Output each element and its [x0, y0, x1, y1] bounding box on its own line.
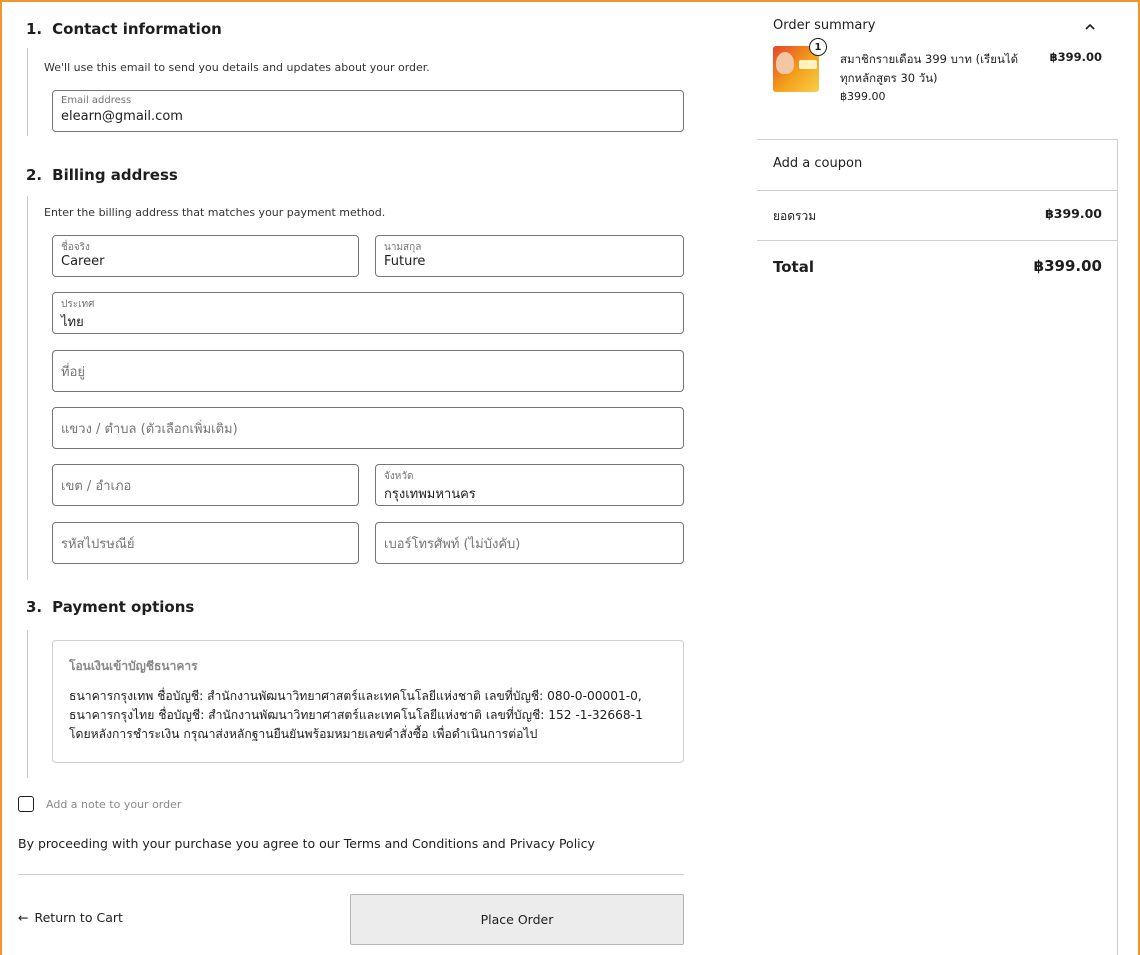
quantity-badge: 1 [809, 38, 827, 56]
order-summary-title[interactable]: Order summary [773, 18, 875, 33]
place-order-button[interactable]: Place Order [350, 894, 684, 945]
subdistrict-input[interactable]: แขวง / ตำบล (ตัวเลือกเพิ่มเติม) [52, 407, 684, 449]
add-coupon-toggle[interactable]: Add a coupon [773, 156, 862, 171]
billing-section-title: 2. Billing address [26, 166, 178, 184]
email-field[interactable]: Email address elearn@gmail.com [52, 90, 684, 132]
terms-text: By proceeding with your purchase you agr… [18, 836, 595, 851]
payment-option-bank-transfer[interactable]: โอนเงินเข้าบัญชีธนาคาร ธนาคารกรุงเทพ ชื่… [52, 640, 684, 763]
privacy-policy-link[interactable]: Privacy Policy [510, 836, 595, 851]
subtotal-label: ยอดรวม [773, 209, 817, 223]
total-value: ฿399.00 [1033, 257, 1102, 275]
product-name: สมาชิกรายเดือน 399 บาท (เรียนได้ทุกหลักส… [840, 52, 1019, 85]
province-select[interactable]: จังหวัด กรุงเทพมหานคร [375, 464, 684, 506]
billing-helper-text: Enter the billing address that matches y… [44, 206, 386, 219]
email-value: elearn@gmail.com [61, 109, 183, 124]
chevron-up-icon[interactable] [1083, 20, 1097, 34]
contact-helper-text: We'll use this email to send you details… [44, 61, 430, 74]
last-name-field[interactable]: นามสกุล Future [375, 235, 684, 277]
order-note-checkbox[interactable] [18, 796, 34, 812]
summary-divider [757, 240, 1118, 241]
summary-divider [757, 190, 1118, 191]
product-line-total: ฿399.00 [1049, 50, 1102, 64]
arrow-left-icon: ← [18, 910, 29, 925]
actions-divider [18, 874, 684, 875]
order-note-row: Add a note to your order [18, 796, 181, 812]
product-unit-price: ฿399.00 [840, 90, 886, 103]
terms-link[interactable]: Terms and Conditions [344, 836, 478, 851]
order-summary-panel: Order summary 1 สมาชิกรายเดือน 399 บาท (… [757, 0, 1118, 955]
email-label: Email address [61, 95, 132, 106]
subtotal-value: ฿399.00 [1045, 206, 1102, 221]
first-name-field[interactable]: ชื่อจริง Career [52, 235, 359, 277]
return-to-cart-link[interactable]: ← Return to Cart [18, 910, 123, 925]
payment-section-title: 3. Payment options [26, 598, 195, 616]
postcode-input[interactable]: รหัสไปรษณีย์ [52, 522, 359, 564]
summary-divider [757, 139, 1118, 140]
payment-method-title: โอนเงินเข้าบัญชีธนาคาร [69, 659, 198, 673]
sidebar-border [1117, 140, 1118, 955]
payment-instructions: ธนาคารกรุงเทพ ชื่อบัญชี: สำนักงานพัฒนาวิ… [69, 689, 643, 741]
total-label: Total [773, 258, 814, 276]
district-input[interactable]: เขต / อำเภอ [52, 464, 359, 506]
country-select[interactable]: ประเทศ ไทย [52, 292, 684, 334]
address-input[interactable]: ที่อยู่ [52, 350, 684, 392]
phone-input[interactable]: เบอร์โทรศัพท์ (ไม่บังคับ) [375, 522, 684, 564]
contact-section-title: 1. Contact information [26, 20, 222, 38]
order-note-label: Add a note to your order [46, 797, 182, 811]
